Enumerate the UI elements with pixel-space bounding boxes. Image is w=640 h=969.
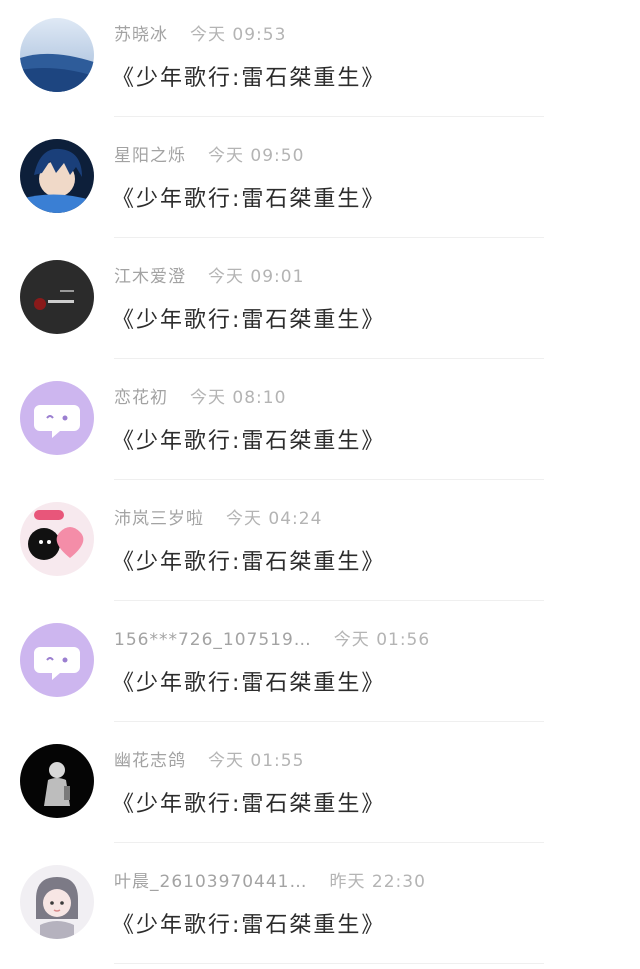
comment-meta: 156***726_107519… 今天 01:56 (114, 625, 430, 650)
avatar[interactable] (20, 18, 94, 92)
timestamp: 今天 08:10 (190, 388, 287, 408)
comment-text: 《少年歌行:雷石桀重生》 (112, 671, 386, 696)
list-item[interactable]: 恋花初 今天 08:10 《少年歌行:雷石桀重生》 (0, 363, 640, 484)
comment-meta: 叶晨_26103970441… 昨天 22:30 (114, 867, 426, 892)
timestamp: 今天 04:24 (226, 509, 323, 529)
dark-figure-avatar-icon (20, 744, 94, 818)
comment-text: 《少年歌行:雷石桀重生》 (112, 913, 386, 938)
list-item[interactable]: 156***726_107519… 今天 01:56 《少年歌行:雷石桀重生》 (0, 605, 640, 726)
list-item[interactable]: 苏晓冰 今天 09:53 《少年歌行:雷石桀重生》 (0, 0, 640, 121)
avatar[interactable] (20, 744, 94, 818)
username[interactable]: 恋花初 (114, 388, 168, 408)
comment-text: 《少年歌行:雷石桀重生》 (112, 550, 386, 575)
username[interactable]: 156***726_107519… (114, 630, 312, 650)
divider (114, 842, 544, 843)
timestamp: 今天 09:53 (190, 25, 287, 45)
comment-list: 苏晓冰 今天 09:53 《少年歌行:雷石桀重生》 星阳之烁 今天 09:50 《少… (0, 0, 640, 969)
anime-boy-avatar-icon (20, 139, 94, 213)
timestamp: 今天 09:50 (208, 146, 305, 166)
divider (114, 600, 544, 601)
divider (114, 721, 544, 722)
avatar[interactable] (20, 139, 94, 213)
timestamp: 今天 01:56 (333, 630, 431, 650)
username[interactable]: 星阳之烁 (114, 146, 186, 166)
list-item[interactable]: 江木爱澄 今天 09:01 《少年歌行:雷石桀重生》 (0, 242, 640, 363)
username[interactable]: 江木爱澄 (114, 267, 186, 287)
comment-meta: 幽花志鸽 今天 01:55 (114, 746, 304, 771)
comment-text: 《少年歌行:雷石桀重生》 (112, 66, 386, 91)
username[interactable]: 苏晓冰 (114, 25, 168, 45)
avatar[interactable] (20, 623, 94, 697)
avatar[interactable] (20, 381, 94, 455)
blue-landscape-avatar-icon (20, 18, 94, 92)
username[interactable]: 幽花志鸽 (114, 751, 186, 771)
comment-meta: 沛岚三岁啦 今天 04:24 (114, 504, 322, 529)
divider (114, 358, 544, 359)
dark-photo-avatar-icon (20, 260, 94, 334)
i-luv-u-avatar-icon (20, 502, 94, 576)
comment-meta: 恋花初 今天 08:10 (114, 383, 286, 408)
avatar[interactable] (20, 502, 94, 576)
divider (114, 116, 544, 117)
divider (114, 237, 544, 238)
timestamp: 今天 09:01 (208, 267, 305, 287)
list-item[interactable]: 星阳之烁 今天 09:50 《少年歌行:雷石桀重生》 (0, 121, 640, 242)
list-item[interactable]: 幽花志鸽 今天 01:55 《少年歌行:雷石桀重生》 (0, 726, 640, 847)
divider (114, 963, 544, 964)
list-item[interactable]: 沛岚三岁啦 今天 04:24 《少年歌行:雷石桀重生》 (0, 484, 640, 605)
comment-meta: 江木爱澄 今天 09:01 (114, 262, 304, 287)
default-chat-avatar-icon (20, 623, 94, 697)
divider (114, 479, 544, 480)
default-chat-avatar-icon (20, 381, 94, 455)
comment-text: 《少年歌行:雷石桀重生》 (112, 308, 386, 333)
comment-text: 《少年歌行:雷石桀重生》 (112, 792, 386, 817)
anime-girl-avatar-icon (20, 865, 94, 939)
comment-meta: 苏晓冰 今天 09:53 (114, 20, 286, 45)
timestamp: 昨天 22:30 (329, 872, 426, 892)
avatar[interactable] (20, 260, 94, 334)
username[interactable]: 沛岚三岁啦 (114, 509, 204, 529)
timestamp: 今天 01:55 (208, 751, 305, 771)
comment-text: 《少年歌行:雷石桀重生》 (112, 429, 386, 454)
username[interactable]: 叶晨_26103970441… (114, 872, 307, 892)
list-item[interactable]: 叶晨_26103970441… 昨天 22:30 《少年歌行:雷石桀重生》 (0, 847, 640, 968)
comment-meta: 星阳之烁 今天 09:50 (114, 141, 304, 166)
avatar[interactable] (20, 865, 94, 939)
comment-text: 《少年歌行:雷石桀重生》 (112, 187, 386, 212)
